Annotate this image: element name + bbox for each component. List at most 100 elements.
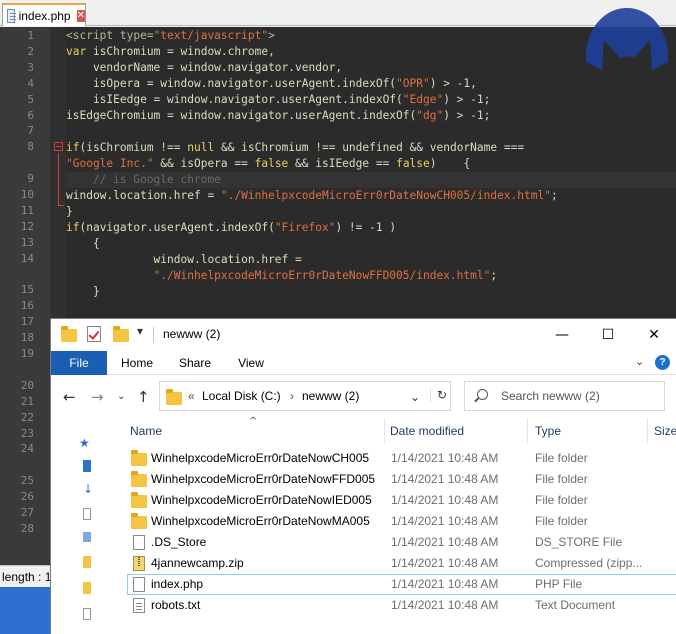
file-icon — [133, 577, 145, 592]
code-line-15: } — [66, 285, 100, 298]
file-date: 1/14/2021 10:48 AM — [391, 556, 499, 570]
text-file-icon — [133, 598, 145, 613]
code-line-14: window.location.href = — [66, 253, 302, 266]
malwarebytes-logo-icon — [585, 8, 669, 70]
file-icon — [133, 535, 145, 550]
line-number: 15 — [20, 283, 34, 297]
quick-access-dropdown-icon[interactable]: ▾ — [137, 324, 143, 338]
new-folder-icon[interactable] — [113, 326, 129, 342]
tab-index-php[interactable]: index.php ✕ — [2, 3, 86, 26]
code-line-5: isIEedge = window.navigator.userAgent.in… — [66, 93, 491, 106]
search-input[interactable] — [501, 387, 661, 405]
file-name: WinhelpxcodeMicroErr0rDateNowFFD005 — [151, 472, 376, 486]
file-row[interactable]: WinhelpxcodeMicroErr0rDateNowFFD005 1/14… — [127, 469, 676, 490]
line-number: 6 — [27, 108, 34, 122]
address-dropdown-icon[interactable]: ⌄ — [410, 390, 420, 404]
code-line-1: <script type="text/javascript"> — [66, 29, 275, 42]
minimize-button[interactable]: — — [539, 319, 585, 351]
code-line-2: var isChromium = window.chrome, — [66, 45, 275, 58]
file-name: 4jannewcamp.zip — [151, 556, 244, 570]
file-type: PHP File — [535, 577, 583, 591]
quick-access-star-icon[interactable]: ★ — [79, 436, 90, 450]
line-number: 22 — [20, 410, 34, 424]
maximize-button[interactable]: ☐ — [585, 319, 631, 351]
column-name[interactable]: Name — [130, 424, 162, 446]
line-number: 16 — [20, 299, 34, 313]
folder-icon[interactable] — [83, 556, 91, 568]
pictures-icon[interactable] — [83, 532, 91, 542]
tab-home[interactable]: Home — [109, 351, 165, 375]
folder-icon — [131, 450, 147, 466]
code-line-14-wrap: "./WinhelpxcodeMicroErr0rDateNowFFD005/i… — [153, 269, 498, 282]
column-date-modified[interactable]: Date modified — [390, 424, 464, 446]
title-separator — [153, 327, 154, 343]
file-icon[interactable] — [83, 608, 91, 620]
tab-label: index.php — [18, 8, 71, 23]
close-tab-icon[interactable]: ✕ — [76, 9, 85, 22]
tab-share[interactable]: Share — [167, 351, 223, 375]
column-separator[interactable] — [527, 418, 528, 444]
folder-icon — [131, 492, 147, 508]
file-date: 1/14/2021 10:48 AM — [391, 535, 499, 549]
column-separator[interactable] — [384, 418, 385, 444]
code-line-6: isEdgeChromium = window.navigator.userAg… — [66, 109, 491, 122]
ribbon-tabs: File Home Share View ⌄ ? — [51, 351, 676, 375]
file-name: WinhelpxcodeMicroErr0rDateNowCH005 — [151, 451, 370, 465]
file-row[interactable]: WinhelpxcodeMicroErr0rDateNowMA005 1/14/… — [127, 511, 676, 532]
line-number: 2 — [27, 44, 34, 58]
breadcrumb-local-disk[interactable]: Local Disk (C:) — [202, 389, 281, 403]
up-arrow-icon[interactable]: ↑ — [137, 388, 150, 406]
close-window-button[interactable]: ✕ — [631, 319, 676, 351]
forward-arrow-icon[interactable]: → — [91, 388, 104, 406]
code-line-10: window.location.href = "./WinhelpxcodeMi… — [66, 189, 558, 202]
editor-tab-bar: index.php ✕ — [0, 0, 676, 26]
file-date: 1/14/2021 10:48 AM — [391, 598, 499, 612]
file-type: File folder — [535, 451, 588, 465]
expand-ribbon-icon[interactable]: ⌄ — [635, 355, 644, 368]
file-name: robots.txt — [151, 598, 201, 612]
code-line-13: { — [66, 237, 100, 250]
line-number: 11 — [20, 203, 34, 217]
sort-ascending-icon: ^ — [249, 416, 258, 427]
line-number: 18 — [20, 331, 34, 345]
line-number: 10 — [20, 188, 34, 201]
documents-icon[interactable] — [83, 508, 91, 520]
back-arrow-icon[interactable]: ← — [63, 388, 76, 406]
desktop-icon[interactable] — [83, 460, 91, 472]
recent-locations-chevron-icon[interactable]: ⌄ — [117, 391, 125, 402]
line-number: 19 — [20, 347, 34, 360]
search-icon — [477, 389, 488, 400]
file-date: 1/14/2021 10:48 AM — [391, 493, 499, 507]
refresh-icon[interactable]: ↻ — [430, 388, 447, 402]
search-box[interactable] — [464, 381, 665, 411]
desktop-background — [0, 587, 50, 634]
file-list: ^ Name Date modified Type Size Winhelpxc… — [95, 416, 676, 634]
tab-file[interactable]: File — [51, 351, 107, 375]
fold-line — [58, 153, 59, 205]
line-number: 26 — [20, 490, 34, 504]
properties-icon[interactable] — [87, 326, 101, 342]
file-row[interactable]: WinhelpxcodeMicroErr0rDateNowIED005 1/14… — [127, 490, 676, 511]
line-number-gutter: 1 2 3 4 5 6 7 8 9 10 11 12 13 14 15 16 17 18 19 20 21 22 23 24 2… — [0, 27, 50, 565]
downloads-icon[interactable]: ↓ — [83, 482, 93, 496]
address-bar[interactable]: « Local Disk (C:) › newww (2) ⌄ ↻ — [159, 381, 451, 411]
file-row[interactable]: robots.txt 1/14/2021 10:48 AM Text Docum… — [127, 595, 676, 616]
column-type[interactable]: Type — [535, 424, 561, 446]
line-number: 9 — [27, 172, 34, 186]
line-number: 28 — [20, 521, 34, 535]
file-name: WinhelpxcodeMicroErr0rDateNowIED005 — [151, 493, 372, 507]
folder-icon[interactable] — [83, 582, 91, 594]
address-overflow-icon[interactable]: « — [188, 389, 195, 403]
file-row-selected[interactable]: index.php 1/14/2021 10:48 AM PHP File — [127, 574, 676, 595]
line-number: 5 — [27, 92, 34, 106]
file-row[interactable]: .DS_Store 1/14/2021 10:48 AM DS_STORE Fi… — [127, 532, 676, 553]
breadcrumb-newww[interactable]: newww (2) — [302, 389, 359, 403]
tab-view[interactable]: View — [225, 351, 277, 375]
column-size[interactable]: Size — [654, 424, 676, 446]
help-icon[interactable]: ? — [655, 355, 670, 370]
fold-collapse-icon[interactable] — [54, 142, 63, 151]
column-separator[interactable] — [647, 418, 648, 444]
file-row[interactable]: 4jannewcamp.zip 1/14/2021 10:48 AM Compr… — [127, 553, 676, 574]
file-row[interactable]: WinhelpxcodeMicroErr0rDateNowCH005 1/14/… — [127, 448, 676, 469]
explorer-title-bar: ▾ newww (2) — ☐ ✕ — [51, 319, 676, 351]
